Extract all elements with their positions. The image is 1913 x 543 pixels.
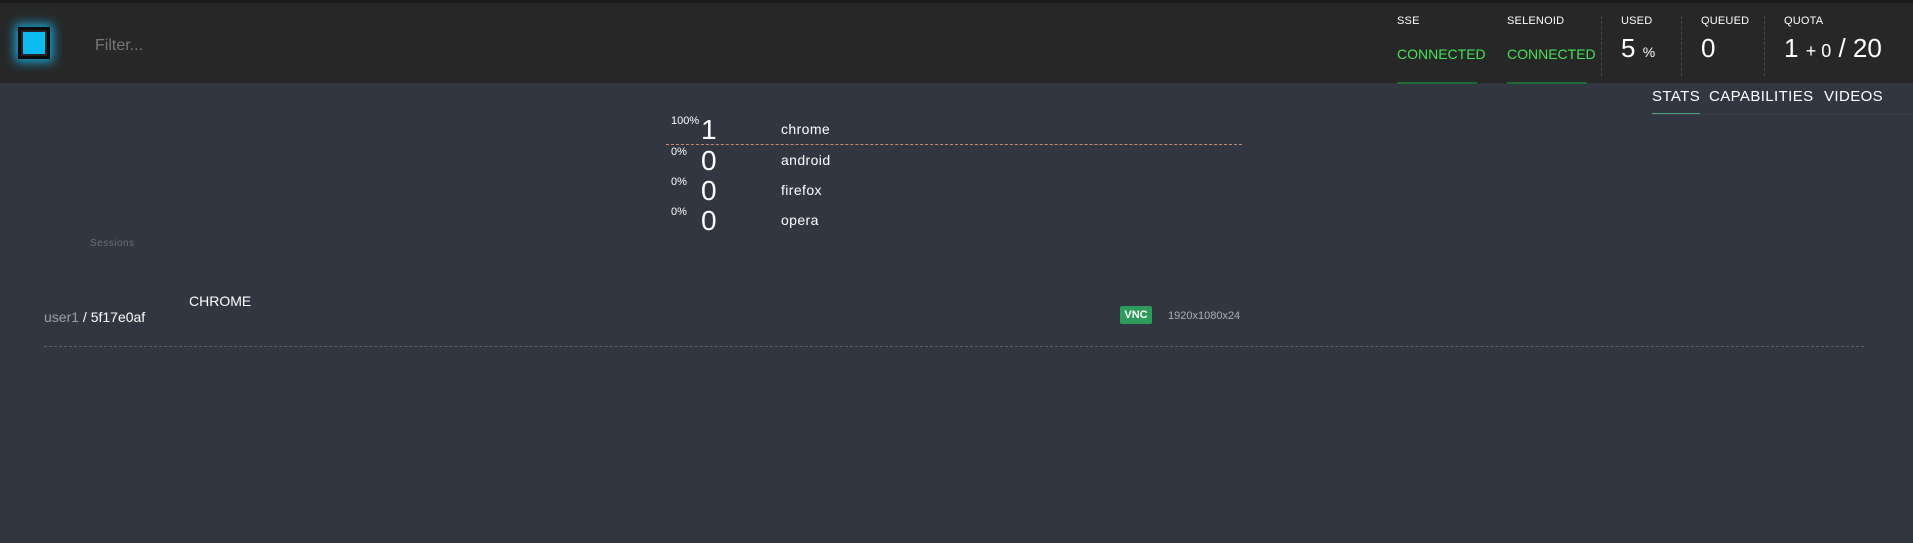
browser-count: 1 (701, 114, 717, 145)
quota-label: QUOTA (1784, 15, 1824, 27)
browser-percent: 0% (671, 206, 687, 218)
browser-count: 0 (701, 175, 717, 206)
browser-count: 0 (701, 205, 717, 236)
browser-name: android (781, 152, 831, 168)
tab-capabilities[interactable]: CAPABILITIES (1709, 88, 1814, 105)
divider (1764, 16, 1765, 76)
sessions-label: Sessions (90, 238, 135, 249)
session-divider (44, 346, 1864, 347)
browser-stat-row: 0% 0 opera (666, 205, 1242, 236)
quota-stat: QUOTA 1 + 0 / 20 (1784, 15, 1882, 64)
filter-input[interactable] (93, 32, 497, 60)
divider (1681, 16, 1682, 76)
browser-percent: 100% (671, 115, 700, 127)
browser-percent: 0% (671, 146, 687, 158)
selenoid-indicator-line (1507, 82, 1587, 84)
selenoid-logo-icon[interactable] (18, 27, 50, 59)
vnc-badge[interactable]: VNC (1120, 306, 1152, 324)
selenoid-connected-status: CONNECTED (1507, 46, 1596, 62)
browser-stat-row: 0% 0 firefox (666, 175, 1242, 206)
browser-count: 0 (701, 145, 717, 176)
sse-connected-status: CONNECTED (1397, 46, 1486, 62)
used-label: USED (1621, 15, 1653, 27)
session-user: user1 / 5f17e0af (44, 309, 145, 325)
browser-name: chrome (781, 121, 831, 137)
selenoid-label: SELENOID (1507, 15, 1565, 27)
used-number: 5 (1621, 33, 1636, 63)
selenoid-status: SELENOID CONNECTED (1507, 15, 1596, 84)
queued-label: QUEUED (1701, 15, 1750, 27)
top-bar: SSE CONNECTED SELENOID CONNECTED USED 5 … (0, 0, 1913, 84)
browser-name: opera (781, 212, 819, 228)
session-row[interactable]: CHROME user1 / 5f17e0af VNC 1920x1080x24 (44, 290, 1864, 346)
quota-value: 1 + 0 / 20 (1784, 33, 1882, 64)
session-resolution: 1920x1080x24 (1168, 310, 1241, 322)
browser-name: firefox (781, 182, 822, 198)
tab-videos[interactable]: VIDEOS (1824, 88, 1883, 105)
used-unit: % (1642, 44, 1656, 60)
quota-total: / 20 (1838, 33, 1882, 63)
browser-stat-row: 100% 1 chrome (666, 114, 1242, 145)
quota-used: 1 (1784, 33, 1799, 63)
session-separator: / (79, 309, 91, 325)
quota-queued: + 0 (1805, 41, 1832, 61)
sse-status: SSE CONNECTED (1397, 15, 1486, 84)
session-browser: CHROME (189, 293, 252, 309)
browser-usage-line (666, 144, 1242, 145)
browser-percent: 0% (671, 176, 687, 188)
session-id[interactable]: 5f17e0af (91, 309, 146, 325)
tab-stats[interactable]: STATS (1652, 88, 1700, 105)
used-value: 5 % (1621, 33, 1655, 64)
tabs-baseline (1652, 114, 1913, 115)
divider (1601, 16, 1602, 76)
browser-stat-row: 0% 0 android (666, 145, 1242, 176)
queued-value: 0 (1701, 33, 1716, 63)
used-stat: USED 5 % (1621, 15, 1655, 64)
sse-indicator-line (1397, 82, 1477, 84)
queued-stat: QUEUED 0 (1701, 15, 1749, 64)
session-username: user1 (44, 309, 80, 325)
sse-label: SSE (1397, 15, 1420, 27)
